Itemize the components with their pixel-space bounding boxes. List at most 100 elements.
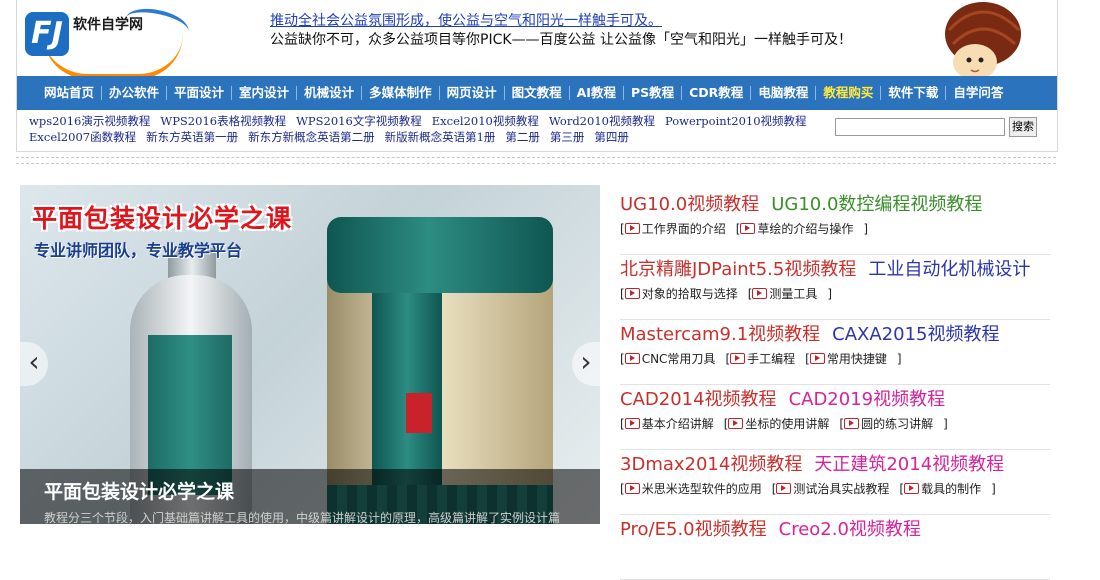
course-title-link[interactable]: UG10.0视频教程 [620, 194, 759, 215]
lesson-label: 工作界面的介绍 [641, 222, 726, 236]
course-title-link[interactable]: Creo2.0视频教程 [779, 519, 921, 540]
nav-item[interactable]: AI教程 [570, 86, 624, 100]
sub-link[interactable]: 新东方新概念英语第二册 [248, 130, 375, 144]
nav-item[interactable]: 机械设计 [297, 86, 363, 100]
lesson-links: [工作界面的介绍 [草绘的介绍与操作] [620, 220, 1050, 238]
search-input[interactable] [835, 118, 1005, 136]
nav-item[interactable]: 办公软件 [102, 86, 168, 100]
lesson-links: [CNC常用刀具 [手工编程 [常用快捷键] [620, 350, 1050, 368]
banner-can-lid [327, 217, 553, 293]
lesson-label: 草绘的介绍与操作 [757, 222, 854, 236]
course-title-link[interactable]: 工业自动化机械设计 [868, 259, 1030, 280]
course-title-link[interactable]: CAD2014视频教程 [620, 389, 777, 410]
bracket: [ [620, 417, 625, 431]
caption-title[interactable]: 平面包装设计必学之课 [44, 477, 234, 504]
sub-link[interactable]: wps2016演示视频教程 [29, 114, 150, 128]
video-icon [624, 483, 640, 494]
nav-item[interactable]: 平面设计 [167, 86, 233, 100]
course-item: 3Dmax2014视频教程 天正建筑2014视频教程 [ 米思米选型软件的应用 [测试治… [620, 450, 1050, 515]
sub-link[interactable]: 新东方英语第一册 [146, 130, 238, 144]
slider-prev-button[interactable]: ‹ [20, 342, 48, 386]
nav-item[interactable]: 自学问答 [946, 86, 1010, 100]
nav-item[interactable]: 软件下载 [881, 86, 947, 100]
banner-caption[interactable]: 平面包装设计必学之课 教程分三个节段，入门基础篇讲解工具的使用，中级篇讲解设计的… [20, 469, 600, 524]
lesson-link[interactable]: [CNC常用刀具 [620, 352, 715, 366]
nav-item[interactable]: CDR教程 [682, 86, 752, 100]
site-logo[interactable]: FJ 软件自学网 [25, 3, 192, 79]
course-title-link[interactable]: CAXA2015视频教程 [832, 324, 999, 345]
lesson-link[interactable]: [测量工具 [748, 287, 818, 301]
video-icon [740, 223, 756, 234]
course-title-link[interactable]: UG10.0数控编程视频教程 [771, 194, 982, 215]
lesson-link[interactable]: [对象的拾取与选择 [620, 287, 738, 301]
sub-link[interactable]: 第四册 [594, 130, 629, 144]
course-titles: CAD2014视频教程 CAD2019视频教程 [620, 385, 1050, 415]
logo-text: 软件自学网 [73, 17, 143, 33]
lesson-link[interactable]: [测试治具实战教程 [772, 482, 890, 496]
sub-link[interactable]: 新版新概念英语第1册 [385, 130, 496, 144]
sub-link[interactable]: Word2010视频教程 [549, 114, 655, 128]
sub-links: wps2016演示视频教程 WPS2016表格视频教程 WPS2016文字视频教程 E… [29, 113, 829, 145]
lesson-link[interactable]: [草绘的介绍与操作 [736, 222, 854, 236]
course-title-link[interactable]: 天正建筑2014视频教程 [814, 454, 1004, 475]
lesson-label: 载具的制作 [921, 482, 982, 496]
nav-item[interactable]: 教程购买 [816, 86, 882, 100]
sub-link[interactable]: Powerpoint2010视频教程 [665, 114, 807, 128]
lesson-link[interactable]: [ 米思米选型软件的应用 [620, 482, 762, 496]
nav-item[interactable]: 网页设计 [440, 86, 505, 100]
nav-item[interactable]: 网站首页 [37, 86, 103, 100]
course-list: UG10.0视频教程 UG10.0数控编程视频教程[工作界面的介绍[草绘的介绍与操… [620, 190, 1050, 580]
ad-link[interactable]: 推动全社会公益氛围形成，使公益与空气和阳光一样触手可及。 [270, 10, 662, 30]
lesson-link[interactable]: [工作界面的介绍 [620, 222, 726, 236]
sub-link[interactable]: 第三册 [550, 130, 585, 144]
sub-link[interactable]: WPS2016表格视频教程 [160, 114, 286, 128]
course-title-link[interactable]: Mastercam9.1视频教程 [620, 324, 820, 345]
lesson-link[interactable]: [坐标的使用讲解 [724, 417, 830, 431]
nav-item[interactable]: 多媒体制作 [362, 86, 440, 100]
sub-link[interactable]: 第二册 [505, 130, 540, 144]
course-item: Pro/E5.0视频教程 Creo2.0视频教程 [620, 515, 1050, 580]
video-icon [730, 353, 746, 364]
lesson-link[interactable]: [手工编程 [725, 352, 795, 366]
bracket: ] [827, 287, 833, 301]
lesson-label: 手工编程 [747, 352, 796, 366]
bracket: [ [620, 287, 625, 301]
bracket: [ [620, 482, 625, 496]
bracket: ] [896, 352, 902, 366]
banner-title: 平面包装设计必学之课 [32, 204, 293, 233]
main-nav: 网站首页 办公软件 平面设计 室内设计 机械设计 多媒体制作 网页设计 图文教程 AI教程 PS教… [17, 76, 1057, 110]
course-title-link[interactable]: 3Dmax2014视频教程 [620, 454, 802, 475]
course-titles: 北京精雕JDPaint5.5视频教程 工业自动化机械设计 [620, 255, 1050, 285]
course-title-link[interactable]: CAD2019视频教程 [789, 389, 946, 410]
video-icon [624, 223, 640, 234]
lesson-label: 测量工具 [769, 287, 818, 301]
video-icon [728, 418, 744, 429]
lesson-label: 圆的练习讲解 [861, 417, 934, 431]
lesson-link[interactable]: [载具的制作 [899, 482, 981, 496]
nav-item[interactable]: 室内设计 [232, 86, 298, 100]
nav-item[interactable]: 电脑教程 [751, 86, 817, 100]
logo-mark: FJ [25, 12, 69, 56]
lesson-label: 基本介绍讲解 [641, 417, 714, 431]
lesson-link[interactable]: [圆的练习讲解 [839, 417, 933, 431]
course-item: CAD2014视频教程 CAD2019视频教程 [ 基本介绍讲解 [坐标的使用讲解 [圆的… [620, 385, 1050, 450]
lesson-link[interactable]: [ 基本介绍讲解 [620, 417, 714, 431]
sub-link[interactable]: Excel2010视频教程 [432, 114, 539, 128]
sub-link[interactable]: WPS2016文字视频教程 [296, 114, 422, 128]
nav-item[interactable]: PS教程 [624, 86, 683, 100]
lesson-label: 米思米选型软件的应用 [641, 482, 762, 496]
slider-next-button[interactable]: › [572, 342, 600, 386]
video-icon [752, 288, 768, 299]
banner-slider[interactable]: 平面包装设计必学之课 专业讲师团队，专业教学平台 ‹ › 平面包装设计必学之课 … [20, 185, 600, 524]
ad-subtext: 公益缺你不可，众多公益项目等你PICK——百度公益 让公益像「空气和阳光」一样触… [270, 32, 852, 48]
course-title-link[interactable]: 北京精雕JDPaint5.5视频教程 [620, 259, 856, 280]
course-title-link[interactable]: Pro/E5.0视频教程 [620, 519, 767, 540]
lesson-link[interactable]: [常用快捷键 [805, 352, 887, 366]
course-titles: Pro/E5.0视频教程 Creo2.0视频教程 [620, 515, 1050, 545]
video-icon [776, 483, 792, 494]
divider [16, 163, 1056, 164]
sub-link[interactable]: Excel2007函数教程 [29, 130, 136, 144]
search-button[interactable]: 搜索 [1009, 117, 1037, 137]
nav-item[interactable]: 图文教程 [505, 86, 570, 100]
course-titles: Mastercam9.1视频教程 CAXA2015视频教程 [620, 320, 1050, 350]
